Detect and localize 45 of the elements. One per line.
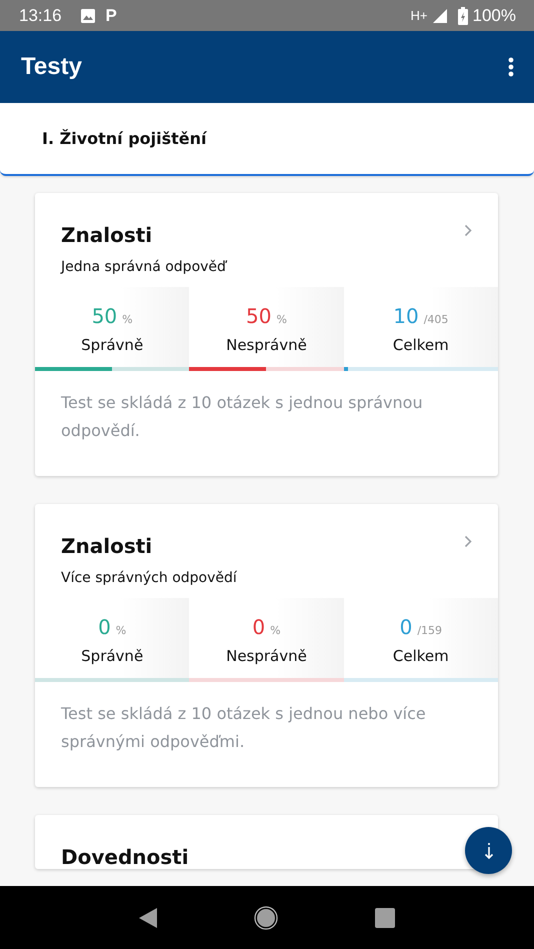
test-card[interactable]: Dovednosti [35, 815, 498, 869]
stat-label: Nesprávně [226, 336, 307, 354]
stat-unit: % [270, 624, 281, 637]
network-type: H+ [410, 8, 428, 23]
app-title: Testy [21, 53, 82, 81]
overview-icon[interactable] [375, 908, 396, 928]
stat-value: 0 [252, 615, 266, 639]
more-menu-icon[interactable] [508, 57, 514, 77]
stat-label: Správně [81, 336, 144, 354]
card-subtitle: Jedna správná odpověď [59, 258, 228, 275]
clock-time: 13:16 [19, 6, 62, 26]
card-subtitle: Více správných odpovědí [60, 569, 238, 586]
stat-value: 0 [98, 615, 111, 639]
notification-letter: P [106, 6, 117, 26]
stat-unit: /159 [417, 624, 442, 637]
back-icon[interactable] [138, 908, 157, 928]
stat-unit: % [276, 313, 287, 326]
image-icon [80, 8, 96, 24]
card-title: Dovednosti [61, 845, 189, 869]
stat-label: Nesprávně [226, 647, 307, 665]
section-title: I. Životní pojištění [42, 129, 207, 148]
stat-value: 10 [393, 304, 419, 328]
stat-unit: % [122, 313, 133, 326]
stat-value: 50 [246, 304, 272, 328]
stat-value: 0 [400, 615, 412, 639]
card-title: Znalosti [61, 534, 152, 558]
stat-value: 50 [92, 304, 118, 328]
test-card[interactable]: Znalosti Jedna správná odpověď 50 % Správně 50 % Nesprávně 10 /405 Celkem Test se skládá z 10 otázek s jednou správnou odpovědí. [35, 193, 498, 476]
card-description: Test se skládá z 10 otázek s jednou správnou odpovědí. [60, 392, 424, 442]
stat-unit: % [116, 624, 126, 637]
chevron-right-icon [464, 224, 472, 237]
battery-icon [458, 6, 468, 24]
signal-icon [432, 8, 448, 24]
card-description: Test se skládá z 10 otázek s jednou nebo více správnými odpověďmi. [60, 703, 427, 753]
test-card[interactable]: Znalosti Více správných odpovědí 0 % Správně 0 % Nesprávně 0 /159 Celkem Test se skládá z 10 otázek s jednou nebo více správnými odpověďmi. [35, 504, 498, 787]
scroll-down-button[interactable] [465, 827, 512, 874]
chevron-right-icon [464, 535, 472, 548]
stat-label: Celkem [392, 647, 449, 665]
stat-unit: /405 [424, 313, 448, 326]
home-icon[interactable] [254, 906, 278, 930]
arrow-down-icon [484, 842, 494, 860]
battery-level: 100% [472, 6, 516, 26]
stat-label: Celkem [392, 336, 449, 354]
card-title: Znalosti [61, 223, 152, 247]
stat-label: Správně [81, 647, 144, 665]
